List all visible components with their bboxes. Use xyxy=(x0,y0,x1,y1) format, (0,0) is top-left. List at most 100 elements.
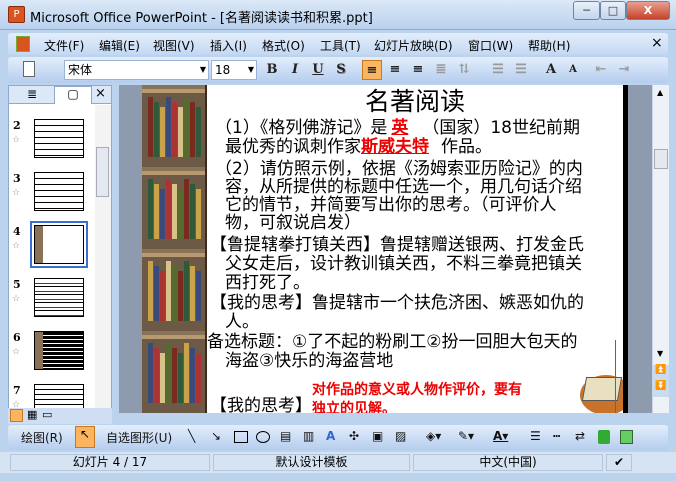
powerpoint-app-icon[interactable]: P xyxy=(8,6,25,23)
shadow-button[interactable]: S xyxy=(331,60,351,80)
vertical-textbox-icon[interactable]: ▥ xyxy=(303,429,314,443)
slide-canvas[interactable]: 名著阅读 （1）《格列佛游记》是英 （国家）18世纪前期 最优秀的讽刺作家斯威夫特… xyxy=(142,85,623,413)
picture-icon[interactable]: ▨ xyxy=(395,429,406,443)
fill-color-icon[interactable]: ◈▾ xyxy=(426,429,441,443)
slide-thumbnail-4[interactable]: 4 ☆ xyxy=(9,221,95,277)
align-left-button[interactable]: ≡ xyxy=(362,60,382,80)
pane-tabs: ≣ ▢ × xyxy=(9,86,111,104)
scrollbar-thumb[interactable] xyxy=(654,149,668,169)
3d-style-icon[interactable] xyxy=(620,430,633,444)
close-document-button[interactable]: × xyxy=(651,35,663,51)
font-name-select[interactable]: 宋体 ▼ xyxy=(64,60,209,80)
text: 最优秀的讽刺作家 xyxy=(225,137,361,157)
menu-help[interactable]: 帮助(H) xyxy=(528,37,570,54)
font-name-value: 宋体 xyxy=(68,63,93,77)
maximize-button[interactable]: □ xyxy=(600,1,626,20)
slide-thumbnail-3[interactable]: 3 ☆ xyxy=(9,172,95,224)
bullets-button[interactable]: ☰ xyxy=(511,60,531,80)
underline-button[interactable]: U xyxy=(308,60,328,80)
rectangle-tool-icon[interactable] xyxy=(234,431,248,443)
book-spine xyxy=(148,97,153,157)
menu-format[interactable]: 格式(O) xyxy=(262,37,305,54)
menu-bar: 文件(F) 编辑(E) 视图(V) 插入(I) 格式(O) 工具(T) 幻灯片放… xyxy=(8,33,668,55)
menu-slideshow[interactable]: 幻灯片放映(D) xyxy=(374,37,453,54)
scroll-down-icon[interactable]: ▼ xyxy=(657,349,663,358)
minimize-button[interactable]: ─ xyxy=(573,1,600,20)
animation-star-icon: ☆ xyxy=(12,135,21,145)
tab-outline[interactable]: ≣ xyxy=(17,87,47,101)
draw-menu-button[interactable]: 绘图(R) xyxy=(21,429,63,446)
italic-button[interactable]: I xyxy=(285,60,305,80)
line-style-icon[interactable]: ☰ xyxy=(530,429,541,443)
decrease-font-button[interactable]: A xyxy=(563,60,583,80)
distribute-button[interactable]: ≣ xyxy=(431,60,451,80)
animation-star-icon: ☆ xyxy=(12,241,21,251)
previous-slide-button[interactable]: ⏫ xyxy=(653,365,669,381)
slide-number: 3 xyxy=(13,172,21,185)
shadow-style-icon[interactable] xyxy=(598,430,610,444)
slide-scrollbar[interactable]: ▲ ▼ ⏫ ⏬ xyxy=(652,85,669,413)
slide-thumbnail-6[interactable]: 6 ☆ xyxy=(9,331,95,383)
book-spine xyxy=(184,343,189,403)
textbox-icon[interactable]: ▤ xyxy=(280,429,291,443)
scroll-up-icon[interactable]: ▲ xyxy=(657,88,663,97)
select-pointer-icon[interactable]: ↖ xyxy=(75,426,95,448)
menu-window[interactable]: 窗口(W) xyxy=(468,37,513,54)
tab-slides[interactable]: ▢ xyxy=(54,86,92,104)
numbering-button[interactable]: ☰ xyxy=(488,60,508,80)
slide-number: 6 xyxy=(13,331,21,344)
thumbnail-scrollbar[interactable] xyxy=(95,105,111,409)
thumbnail-image xyxy=(34,278,84,317)
bold-button[interactable]: B xyxy=(262,60,282,80)
arrow-tool-icon[interactable]: ↘ xyxy=(211,429,221,443)
close-pane-button[interactable]: × xyxy=(95,86,106,101)
menu-file[interactable]: 文件(F) xyxy=(44,37,84,54)
next-slide-button[interactable]: ⏬ xyxy=(653,381,669,397)
book-spine xyxy=(148,261,153,321)
spelling-check-icon[interactable]: ✔ xyxy=(606,454,632,471)
align-center-button[interactable]: ≡ xyxy=(385,60,405,80)
increase-indent-button[interactable]: ⇥ xyxy=(614,60,634,80)
arrow-style-icon[interactable]: ⇄ xyxy=(575,429,585,443)
view-buttons: ▦ ▭ xyxy=(8,408,112,424)
book-spine xyxy=(166,261,171,321)
oval-tool-icon[interactable] xyxy=(256,431,270,443)
slide-number: 5 xyxy=(13,278,21,291)
diagram-icon[interactable]: ✣ xyxy=(349,429,359,443)
line-tool-icon[interactable]: ╲ xyxy=(188,429,195,443)
animation-star-icon: ☆ xyxy=(12,188,21,198)
book-spine xyxy=(166,343,171,403)
line-spacing-button[interactable]: ⇅ xyxy=(454,60,474,80)
new-document-icon[interactable] xyxy=(23,61,35,77)
close-button[interactable]: X xyxy=(626,1,670,20)
font-color-icon[interactable]: A▾ xyxy=(493,429,508,443)
options-line: 备选标题：①了不起的粉刷工②扮一回胆大包天的 xyxy=(207,332,578,352)
title-bar: P Microsoft Office PowerPoint - [名著阅读读书和… xyxy=(0,0,676,30)
slide-sorter-icon[interactable]: ▦ xyxy=(27,408,37,421)
slide-thumbnail-5[interactable]: 5 ☆ xyxy=(9,278,95,330)
document-icon[interactable] xyxy=(16,36,30,52)
menu-view[interactable]: 视图(V) xyxy=(153,37,195,54)
normal-view-icon[interactable] xyxy=(10,409,23,422)
book-spine xyxy=(154,266,159,321)
slides-pane: ≣ ▢ × 2 ☆ 3 ☆ 4 ☆ 5 ☆ 6 ☆ 7 ☆ xyxy=(8,85,112,423)
autoshapes-menu-button[interactable]: 自选图形(U) xyxy=(106,429,172,446)
slideshow-icon[interactable]: ▭ xyxy=(42,408,52,421)
menu-insert[interactable]: 插入(I) xyxy=(210,37,247,54)
decrease-indent-button[interactable]: ⇤ xyxy=(591,60,611,80)
menu-tools[interactable]: 工具(T) xyxy=(320,37,361,54)
scrollbar-thumb[interactable] xyxy=(96,147,109,197)
menu-edit[interactable]: 编辑(E) xyxy=(99,37,140,54)
dash-style-icon[interactable]: ┅ xyxy=(553,429,560,443)
slide-thumbnail-2[interactable]: 2 ☆ xyxy=(9,119,95,171)
my-thinking-label: 【我的思考】 xyxy=(210,396,312,413)
wordart-icon[interactable]: A xyxy=(326,429,335,443)
line-color-icon[interactable]: ✎▾ xyxy=(458,429,474,443)
increase-font-button[interactable]: A xyxy=(541,60,561,80)
font-size-select[interactable]: 18 ▼ xyxy=(211,60,257,80)
design-template-status: 默认设计模板 xyxy=(213,454,410,471)
clipart-icon[interactable]: ▣ xyxy=(372,429,383,443)
book-spine xyxy=(148,343,153,403)
align-right-button[interactable]: ≡ xyxy=(408,60,428,80)
book-spine xyxy=(178,189,183,239)
